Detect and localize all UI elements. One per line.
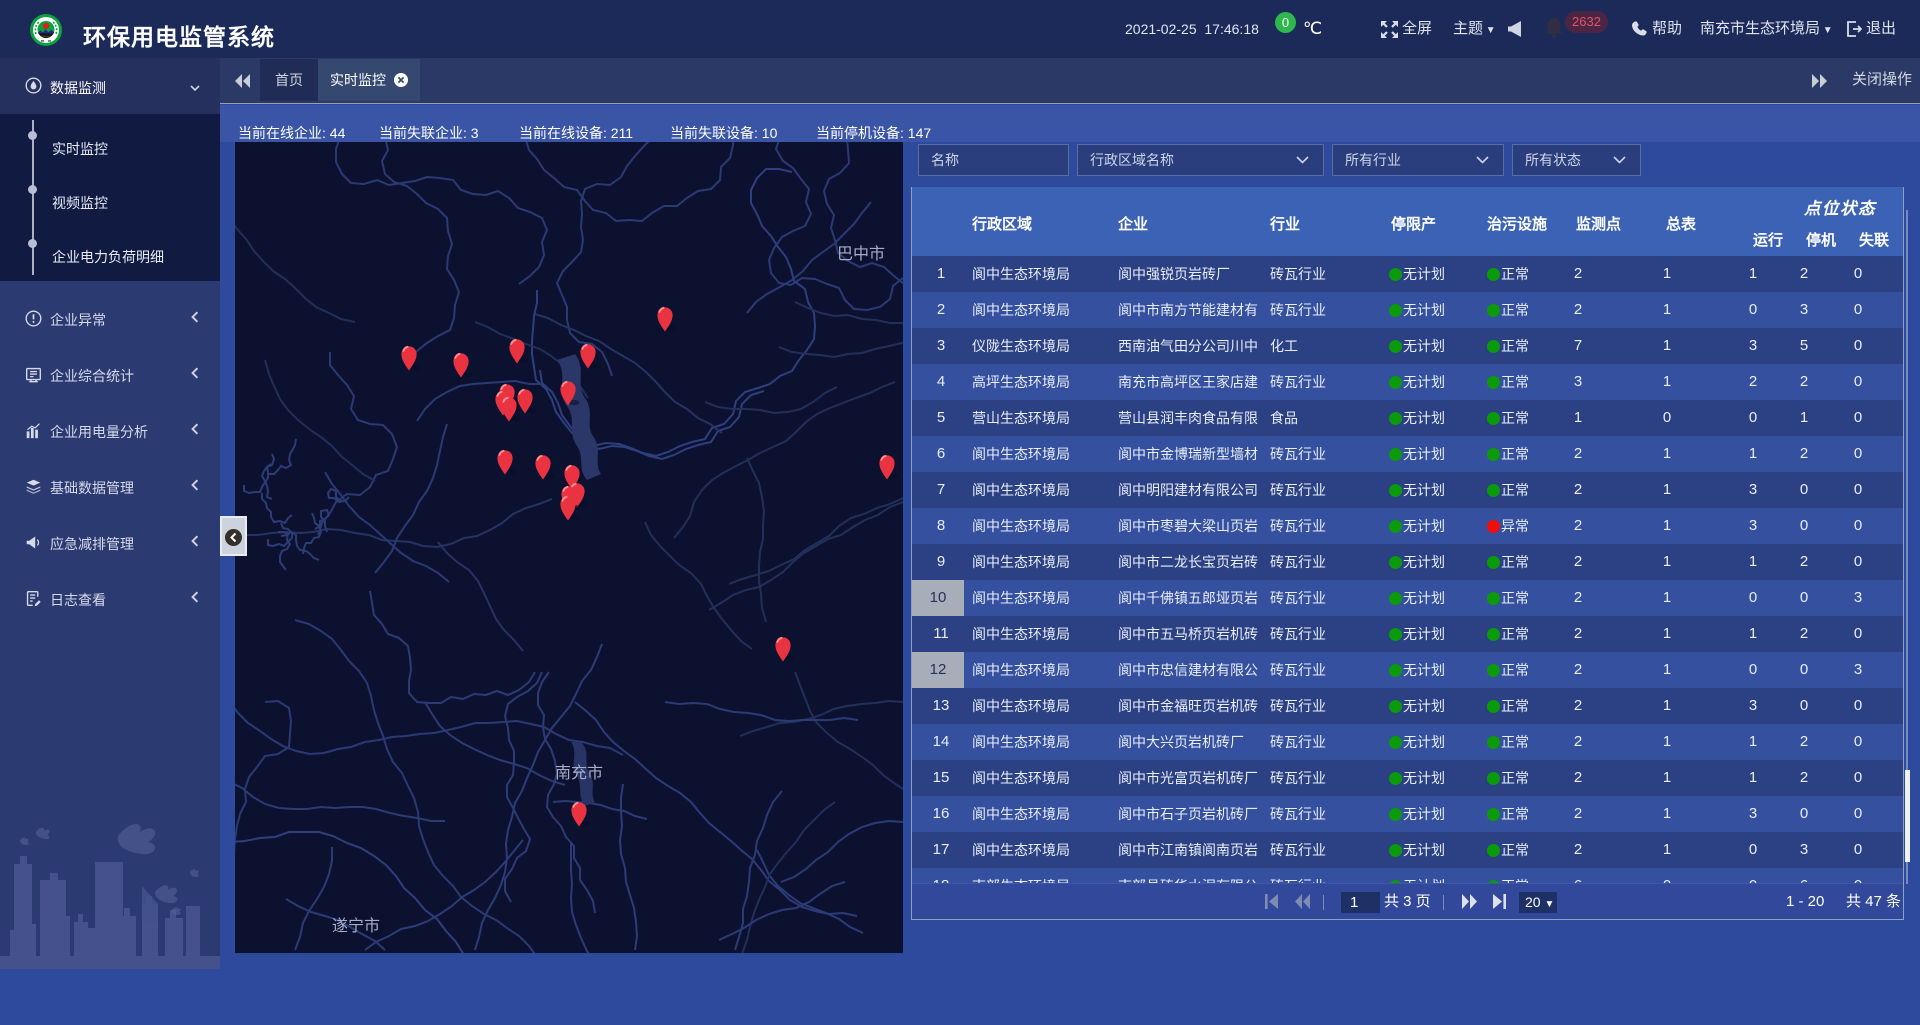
svg-text:南充市: 南充市 [555,764,603,782]
svg-text:遂宁市: 遂宁市 [332,917,380,935]
svg-text:巴中市: 巴中市 [837,245,885,263]
